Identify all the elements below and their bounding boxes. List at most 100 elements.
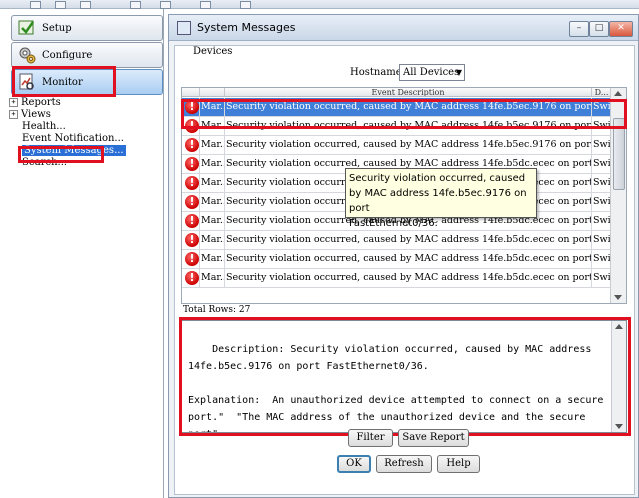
row-status-cell: ! (182, 193, 200, 211)
tree-item-label: Search... (22, 157, 68, 168)
row-device-cell: Swi... (592, 250, 612, 268)
error-icon: ! (185, 138, 199, 152)
tree-item-reports[interactable]: + Reports (9, 97, 126, 109)
gears-icon (18, 46, 36, 64)
tree-item-system-messages[interactable]: System Messages... (9, 145, 126, 157)
row-date-cell: Mar... (200, 269, 225, 287)
toolbar-tools-icon[interactable] (200, 1, 211, 9)
row-date-cell: Mar... (200, 212, 225, 230)
table-row[interactable]: !Mar...Security violation occurred, caus… (182, 117, 612, 136)
tree-item-label: Health... (22, 121, 66, 132)
row-device-cell: Swi... (592, 136, 612, 154)
table-row[interactable]: !Mar...Security violation occurred, caus… (182, 98, 612, 117)
table-vertical-scrollbar[interactable] (610, 88, 626, 303)
error-icon: ! (185, 176, 199, 190)
scroll-down-icon[interactable] (615, 424, 623, 429)
message-description-text[interactable]: Description: Security violation occurred… (181, 320, 627, 433)
scrollbar-thumb[interactable] (613, 118, 625, 190)
system-messages-window: System Messages – □ ✕ Devices Hostname: … (168, 14, 639, 498)
expand-icon[interactable]: + (9, 110, 18, 119)
save-report-button[interactable]: Save Report (398, 429, 469, 447)
navigation-panel: Setup Configure Monitor + Reports + Views … (0, 9, 164, 498)
monitor-tree: + Reports + Views Health... Event Notifica… (9, 97, 126, 169)
hostname-select[interactable]: All Devices ▼ (399, 64, 465, 81)
toolbar-help-icon[interactable] (240, 1, 251, 9)
error-icon: ! (185, 252, 199, 266)
column-header-icon[interactable] (182, 88, 200, 97)
row-date-cell: Mar... (200, 117, 225, 135)
row-date-cell: Mar... (200, 155, 225, 173)
row-description-cell: Security violation occurred, caused by M… (225, 250, 592, 268)
row-date-cell: Mar... (200, 250, 225, 268)
monitor-label: Monitor (42, 76, 83, 88)
row-device-cell: Swi... (592, 174, 612, 192)
table-row[interactable]: !Mar...Security violation occurred, caus… (182, 269, 612, 288)
window-titlebar[interactable]: System Messages – □ ✕ (169, 15, 638, 41)
error-icon: ! (185, 214, 199, 228)
maximize-button[interactable]: □ (589, 21, 609, 37)
row-description-cell: Security violation occurred, caused by M… (225, 269, 592, 287)
setup-label: Setup (42, 22, 72, 34)
configure-label: Configure (42, 49, 93, 61)
filter-button[interactable]: Filter (348, 429, 393, 447)
error-icon: ! (185, 271, 199, 285)
hostname-value: All Devices (403, 67, 460, 78)
row-device-cell: Swi... (592, 155, 612, 173)
tree-item-label: Reports (21, 97, 61, 108)
tree-item-search[interactable]: Search... (9, 157, 126, 169)
tree-item-event-notification[interactable]: Event Notification... (9, 133, 126, 145)
error-icon: ! (185, 195, 199, 209)
description-scrollbar[interactable] (611, 321, 626, 432)
row-device-cell: Swi... (592, 193, 612, 211)
hostname-label: Hostname: (350, 67, 406, 78)
scroll-up-icon[interactable] (615, 324, 623, 329)
table-row[interactable]: !Mar...Security violation occurred, caus… (182, 136, 612, 155)
row-status-cell: ! (182, 117, 200, 135)
row-description-cell: Security violation occurred, caused by M… (225, 117, 592, 135)
column-header-date[interactable] (200, 88, 225, 97)
row-status-cell: ! (182, 231, 200, 249)
row-description-cell: Security violation occurred, caused by M… (225, 136, 592, 154)
row-device-cell: Swi... (592, 117, 612, 135)
tree-item-label: System Messages... (22, 145, 126, 156)
setup-button[interactable]: Setup (11, 15, 163, 41)
description-tooltip: Security violation occurred, caused by M… (345, 168, 537, 229)
row-status-cell: ! (182, 155, 200, 173)
expand-icon[interactable]: + (9, 98, 18, 107)
error-icon: ! (185, 157, 199, 171)
column-header-event-description[interactable]: Event Description (225, 88, 592, 97)
chevron-down-icon: ▼ (455, 68, 462, 77)
total-rows-label: Total Rows: 27 (183, 305, 251, 315)
scroll-down-icon[interactable] (614, 295, 622, 300)
row-status-cell: ! (182, 212, 200, 230)
minimize-button[interactable]: – (569, 21, 589, 37)
toolbar-refresh-icon[interactable] (160, 1, 171, 9)
help-button[interactable]: Help (437, 455, 480, 473)
row-date-cell: Mar... (200, 193, 225, 211)
toolbar-print-icon[interactable] (130, 1, 141, 9)
tooltip-line: FastEthernet0/36. (349, 218, 438, 229)
row-status-cell: ! (182, 269, 200, 287)
refresh-button[interactable]: Refresh (376, 455, 432, 473)
ok-button[interactable]: OK (337, 455, 371, 473)
close-button[interactable]: ✕ (609, 21, 633, 37)
row-status-cell: ! (182, 174, 200, 192)
description-body: Description: Security violation occurred… (188, 344, 604, 432)
toolbar-forward-icon[interactable] (55, 1, 66, 9)
table-row[interactable]: !Mar...Security violation occurred, caus… (182, 250, 612, 269)
tree-item-health[interactable]: Health... (9, 121, 126, 133)
table-row[interactable]: !Mar...Security violation occurred, caus… (182, 231, 612, 250)
column-header-device[interactable]: D... (592, 88, 612, 97)
setup-icon (18, 19, 36, 37)
devices-section-label: Devices (193, 46, 233, 57)
row-date-cell: Mar... (200, 98, 225, 116)
scroll-up-icon[interactable] (614, 91, 622, 96)
tree-item-views[interactable]: + Views (9, 109, 126, 121)
row-device-cell: Swi... (592, 98, 612, 116)
error-icon: ! (185, 100, 199, 114)
toolbar-back-icon[interactable] (30, 1, 41, 9)
tooltip-line: Security violation occurred, caused (349, 173, 526, 184)
toolbar-home-icon[interactable] (80, 1, 91, 9)
monitor-button[interactable]: Monitor (11, 69, 163, 95)
configure-button[interactable]: Configure (11, 42, 163, 68)
